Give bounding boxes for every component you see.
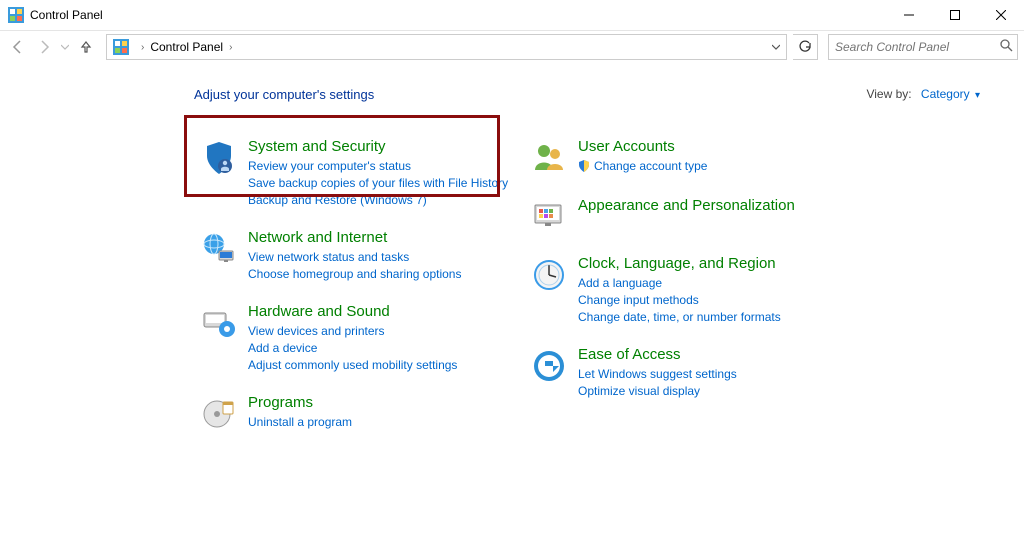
category-title[interactable]: Network and Internet <box>248 229 520 247</box>
category-link[interactable]: Optimize visual display <box>578 383 850 400</box>
recent-locations-button[interactable] <box>58 35 72 59</box>
refresh-button[interactable] <box>793 34 818 60</box>
search-icon[interactable] <box>1000 39 1013 55</box>
category-system-and-security: System and Security Review your computer… <box>194 132 524 223</box>
category-link[interactable]: Change account type <box>578 158 850 177</box>
category-appearance-and-personalization: Appearance and Personalization <box>524 191 854 249</box>
shield-icon <box>198 138 240 209</box>
up-button[interactable] <box>74 35 98 59</box>
forward-button[interactable] <box>32 35 56 59</box>
category-title[interactable]: Programs <box>248 394 520 412</box>
address-icon <box>113 39 129 55</box>
search-input[interactable] <box>833 39 1000 55</box>
category-title[interactable]: Appearance and Personalization <box>578 197 850 215</box>
content-area: Adjust your computer's settings View by:… <box>0 63 1024 446</box>
category-link[interactable]: Review your computer's status <box>248 158 520 175</box>
category-link[interactable]: Change date, time, or number formats <box>578 309 850 326</box>
chevron-down-icon[interactable]: ▾ <box>975 90 980 101</box>
category-title[interactable]: Clock, Language, and Region <box>578 255 850 273</box>
appearance-icon <box>528 197 570 235</box>
maximize-button[interactable] <box>932 0 978 30</box>
category-link[interactable]: Choose homegroup and sharing options <box>248 266 520 283</box>
category-link[interactable]: Add a device <box>248 340 520 357</box>
category-title[interactable]: System and Security <box>248 138 520 156</box>
category-link[interactable]: Save backup copies of your files with Fi… <box>248 175 520 192</box>
chevron-right-icon[interactable]: › <box>229 42 232 53</box>
category-link[interactable]: Adjust commonly used mobility settings <box>248 357 520 374</box>
category-hardware-and-sound: Hardware and Sound View devices and prin… <box>194 297 524 388</box>
address-bar[interactable]: › Control Panel › <box>106 34 787 60</box>
breadcrumb-root[interactable]: Control Panel <box>150 40 223 54</box>
view-by-label: View by: <box>866 87 911 101</box>
programs-icon <box>198 394 240 432</box>
category-ease-of-access: Ease of Access Let Windows suggest setti… <box>524 340 854 414</box>
search-box[interactable] <box>828 34 1018 60</box>
minimize-button[interactable] <box>886 0 932 30</box>
hardware-icon <box>198 303 240 374</box>
network-icon <box>198 229 240 283</box>
left-column: System and Security Review your computer… <box>194 132 524 446</box>
address-dropdown-button[interactable] <box>766 36 786 58</box>
titlebar: Control Panel <box>0 0 1024 31</box>
category-title[interactable]: User Accounts <box>578 138 850 156</box>
category-link-text: Change account type <box>594 159 707 173</box>
category-link[interactable]: View network status and tasks <box>248 249 520 266</box>
right-column: User Accounts Change account type Appear… <box>524 132 854 446</box>
clock-icon <box>528 255 570 326</box>
category-user-accounts: User Accounts Change account type <box>524 132 854 191</box>
category-link[interactable]: Add a language <box>578 275 850 292</box>
category-title[interactable]: Ease of Access <box>578 346 850 364</box>
category-link[interactable]: Let Windows suggest settings <box>578 366 850 383</box>
chevron-right-icon[interactable]: › <box>141 42 144 53</box>
category-title[interactable]: Hardware and Sound <box>248 303 520 321</box>
nav-row: › Control Panel › <box>0 31 1024 63</box>
category-programs: Programs Uninstall a program <box>194 388 524 446</box>
category-link[interactable]: Uninstall a program <box>248 414 520 431</box>
back-button[interactable] <box>6 35 30 59</box>
ease-of-access-icon <box>528 346 570 400</box>
category-clock-language-and-region: Clock, Language, and Region Add a langua… <box>524 249 854 340</box>
view-by-value[interactable]: Category <box>921 87 970 101</box>
control-panel-icon <box>8 7 24 23</box>
category-link[interactable]: Change input methods <box>578 292 850 309</box>
user-accounts-icon <box>528 138 570 177</box>
uac-shield-icon <box>578 160 590 177</box>
category-network-and-internet: Network and Internet View network status… <box>194 223 524 297</box>
view-by-control[interactable]: View by: Category ▾ <box>866 87 980 101</box>
category-link[interactable]: View devices and printers <box>248 323 520 340</box>
category-link[interactable]: Backup and Restore (Windows 7) <box>248 192 520 209</box>
window-title: Control Panel <box>30 8 103 22</box>
close-button[interactable] <box>978 0 1024 30</box>
